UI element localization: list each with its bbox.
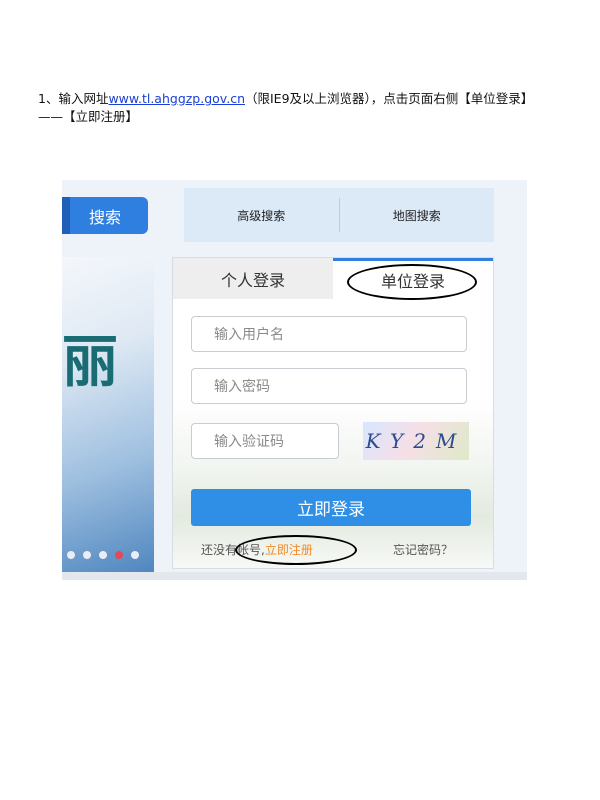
captcha-input[interactable]: 输入验证码	[191, 423, 339, 459]
tab-advanced-search[interactable]: 高级搜索	[184, 207, 339, 224]
carousel-dot[interactable]	[67, 551, 75, 559]
website-screenshot: 搜索 高级搜索 地图搜索 丽 个人登录 单位登录 输入用户名 输入密码 输入验证…	[62, 180, 527, 580]
register-prompt: 还没有帐号,立即注册	[201, 535, 357, 565]
top-tab-bar: 高级搜索 地图搜索	[184, 188, 494, 242]
username-input[interactable]: 输入用户名	[191, 316, 467, 352]
captcha-image[interactable]: KY2M	[363, 422, 469, 460]
username-placeholder: 输入用户名	[214, 327, 284, 343]
login-panel: 个人登录 单位登录 输入用户名 输入密码 输入验证码 KY2M 立即登录 还没有…	[172, 257, 494, 569]
login-tabs: 个人登录 单位登录	[173, 258, 493, 300]
search-button-label: 搜索	[88, 207, 121, 227]
password-input[interactable]: 输入密码	[191, 368, 467, 404]
carousel-dot-active[interactable]	[115, 551, 123, 559]
forgot-password-link[interactable]: 忘记密码？	[393, 541, 453, 558]
banner-text: 丽	[62, 329, 120, 395]
instruction-text: 1、输入网址www.tl.ahggzp.gov.cn（限IE9及以上浏览器），点…	[38, 90, 558, 126]
tab-map-search[interactable]: 地图搜索	[340, 207, 495, 224]
captcha-placeholder: 输入验证码	[214, 434, 284, 450]
tab-personal-label: 个人登录	[220, 270, 285, 290]
login-button-label: 立即登录	[297, 500, 365, 520]
register-link[interactable]: 立即注册	[234, 535, 357, 565]
website-link[interactable]: www.tl.ahggzp.gov.cn	[108, 91, 245, 106]
search-button[interactable]: 搜索	[62, 197, 148, 234]
tab-unit-login[interactable]: 单位登录	[333, 258, 493, 300]
captcha-text: KY2M	[365, 429, 467, 453]
password-placeholder: 输入密码	[214, 379, 270, 395]
login-button[interactable]: 立即登录	[191, 489, 471, 526]
screenshot-bottom-bar	[62, 572, 527, 580]
carousel-dot[interactable]	[83, 551, 91, 559]
carousel-dots	[67, 551, 139, 559]
highlight-circle	[347, 264, 477, 300]
search-input-edge	[62, 197, 70, 234]
tab-personal-login[interactable]: 个人登录	[173, 258, 333, 299]
instruction-prefix: 1、输入网址	[38, 91, 109, 106]
carousel-dot[interactable]	[131, 551, 139, 559]
highlight-circle	[234, 535, 357, 565]
carousel-dot[interactable]	[99, 551, 107, 559]
banner-image: 丽	[62, 257, 154, 573]
